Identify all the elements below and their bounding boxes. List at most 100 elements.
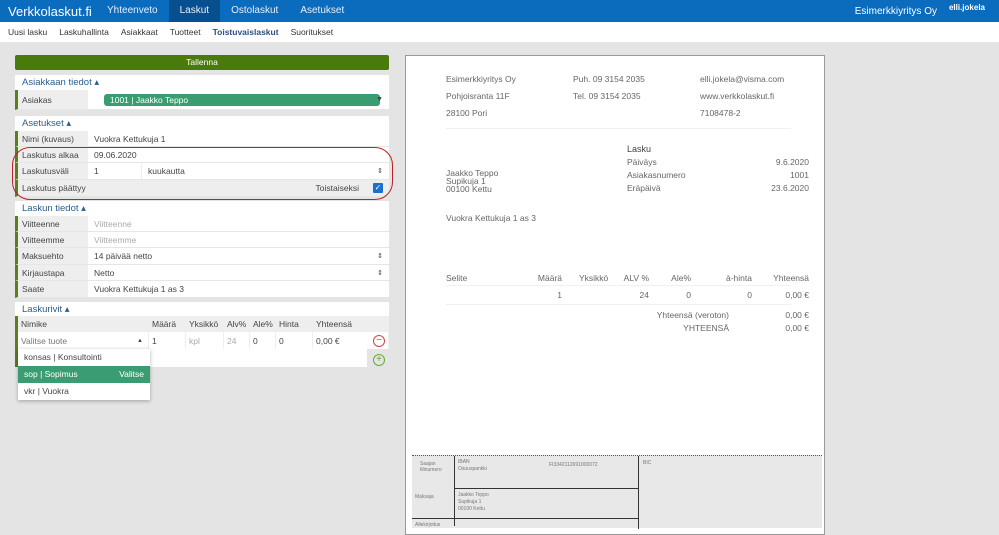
product-select[interactable]: Valitse tuote ▲ xyxy=(18,332,149,349)
sender-address: Pohjoisranta 11F xyxy=(446,91,510,101)
iban-value: FI3342112691000072 xyxy=(549,462,598,468)
payee-label: Saajan tilinumero xyxy=(420,461,442,473)
meta-value: 1001 xyxy=(790,170,809,180)
table-row: Valitse tuote ▲ 1 kpl 24 0 0 0,00 € xyxy=(15,332,389,349)
sender-city: 28100 Pori xyxy=(446,108,488,118)
customer-label: Asiakas xyxy=(18,90,88,109)
subnav-uusi-lasku[interactable]: Uusi lasku xyxy=(8,27,47,37)
meta-value: 23.6.2020 xyxy=(771,183,809,193)
section-title: Asiakkaan tiedot xyxy=(22,77,92,88)
note-input[interactable]: Vuokra Kettukuja 1 as 3 xyxy=(88,281,389,297)
payer-city: 00100 Kettu xyxy=(458,506,485,512)
name-input[interactable]: Vuokra Kettukuja 1 xyxy=(88,131,389,146)
dropdown-option[interactable]: konsas | Konsultointi xyxy=(18,349,150,366)
total-label: YHTEENSÄ xyxy=(683,323,729,333)
col-header: Määrä xyxy=(537,273,562,283)
nav-laskut[interactable]: Laskut xyxy=(168,0,221,22)
top-bar: Verkkolaskut.fi Yhteenveto Laskut Ostola… xyxy=(0,0,999,22)
booking-value: Netto xyxy=(94,267,115,278)
section-invoice[interactable]: Laskun tiedot ▴ xyxy=(15,201,389,216)
option-label: sop | Sopimus xyxy=(24,369,78,379)
save-button[interactable]: Tallenna xyxy=(15,55,389,70)
nav-ostolaskut[interactable]: Ostolaskut xyxy=(220,0,289,22)
line-discount: 0 xyxy=(686,290,691,300)
remove-row-icon[interactable]: − xyxy=(373,335,385,347)
payment-slip: Saajan tilinumero IBAN Osuuspankki FI334… xyxy=(412,455,822,529)
select-arrows-icon: ⇕ xyxy=(377,253,383,260)
option-select-action: Valitse xyxy=(119,369,144,379)
caret-down-icon[interactable]: ▼ xyxy=(376,96,383,103)
booking-label: Kirjaustapa xyxy=(18,265,88,280)
ref2-input[interactable]: Viitteemme xyxy=(88,232,389,247)
option-label: vkr | Vuokra xyxy=(24,386,69,396)
ref1-input[interactable]: Viitteenne xyxy=(88,216,389,231)
section-title: Laskun tiedot xyxy=(22,203,79,214)
booking-select[interactable]: Netto ⇕ xyxy=(88,265,389,280)
meta-value: 9.6.2020 xyxy=(775,157,809,167)
section-settings[interactable]: Asetukset ▴ xyxy=(15,116,389,131)
col-header: Selite xyxy=(446,273,468,283)
invoice-title: Lasku xyxy=(627,144,652,154)
bank-name: Osuuspankki xyxy=(458,466,487,472)
ref1-label: Viitteenne xyxy=(18,216,88,231)
unit-select[interactable]: kpl xyxy=(186,332,224,349)
col-header: Yhteensä xyxy=(313,316,389,332)
rows-header: Nimike Määrä Yksikkö Alv% Ale% Hinta Yht… xyxy=(15,316,389,332)
col-header: Määrä xyxy=(149,316,186,332)
section-customer[interactable]: Asiakkaan tiedot ▴ xyxy=(15,75,389,90)
section-rows[interactable]: Laskurivit ▴ xyxy=(15,302,389,317)
line-qty: 1 xyxy=(557,290,562,300)
terms-select[interactable]: 14 päivää netto ⇕ xyxy=(88,248,389,264)
highlight-annotation xyxy=(12,147,393,200)
subnav-asiakkaat[interactable]: Asiakkaat xyxy=(121,27,158,37)
payer-label: Maksaja xyxy=(415,494,434,500)
dropdown-option[interactable]: vkr | Vuokra xyxy=(18,383,150,400)
nav-yhteenveto[interactable]: Yhteenveto xyxy=(96,0,169,22)
invoice-note: Vuokra Kettukuja 1 as 3 xyxy=(446,213,536,223)
section-title: Laskurivit xyxy=(22,304,63,315)
col-header: Yksikkö xyxy=(186,316,224,332)
subtotal-label: Yhteensä (veroton) xyxy=(656,310,729,320)
vat-select[interactable]: 24 xyxy=(224,332,250,349)
col-header: ALV % xyxy=(623,273,649,283)
note-label: Saate xyxy=(18,281,88,297)
subtotal-value: 0,00 € xyxy=(785,310,809,320)
select-arrows-icon: ⇕ xyxy=(377,269,383,277)
price-input[interactable]: 0 xyxy=(276,332,313,349)
line-vat: 24 xyxy=(639,290,649,300)
name-label: Nimi (kuvaus) xyxy=(18,131,88,146)
customer-select[interactable]: 1001 | Jaakko Teppo xyxy=(104,93,380,106)
subnav-tuotteet[interactable]: Tuotteet xyxy=(170,27,201,37)
subnav-suoritukset[interactable]: Suoritukset xyxy=(291,27,334,37)
sender-name: Esimerkkiyritys Oy xyxy=(446,74,516,84)
add-row-icon[interactable]: + xyxy=(373,354,385,366)
terms-value: 14 päivää netto xyxy=(94,251,153,261)
subnav-laskuhallinta[interactable]: Laskuhallinta xyxy=(59,27,109,37)
product-placeholder: Valitse tuote xyxy=(21,335,68,346)
sub-nav: Uusi lasku Laskuhallinta Asiakkaat Tuott… xyxy=(0,22,999,42)
qty-input[interactable]: 1 xyxy=(149,332,186,349)
col-header: à-hinta xyxy=(726,273,752,283)
discount-input[interactable]: 0 xyxy=(250,332,276,349)
meta-label: Eräpäivä xyxy=(627,183,661,193)
nav-asetukset[interactable]: Asetukset xyxy=(289,0,355,22)
user-menu[interactable]: elli.jokela xyxy=(949,3,985,12)
col-header: Hinta xyxy=(276,316,313,332)
subnav-toistuvaislaskut[interactable]: Toistuvaislaskut xyxy=(213,27,279,37)
total-value: 0,00 € xyxy=(785,323,809,333)
business-id: 7108478-2 xyxy=(700,108,741,118)
ref2-label: Viitteemme xyxy=(18,232,88,247)
iban-label: IBAN xyxy=(458,459,470,465)
col-header: Ale% xyxy=(250,316,276,332)
brand-logo[interactable]: Verkkolaskut.fi xyxy=(0,4,96,19)
company-name[interactable]: Esimerkkiyritys Oy xyxy=(855,6,937,17)
col-header: Alv% xyxy=(224,316,250,332)
bic-label: BIC xyxy=(643,460,652,466)
line-total: 0,00 € xyxy=(785,290,809,300)
line-price: 0 xyxy=(747,290,752,300)
meta-label: Päiväys xyxy=(627,157,657,167)
tel: Tel. 09 3154 2035 xyxy=(573,91,641,101)
col-header: Ale% xyxy=(671,273,691,283)
dropdown-option[interactable]: sop | Sopimus Valitse xyxy=(18,366,150,383)
col-header: Yksikkö xyxy=(579,273,609,283)
